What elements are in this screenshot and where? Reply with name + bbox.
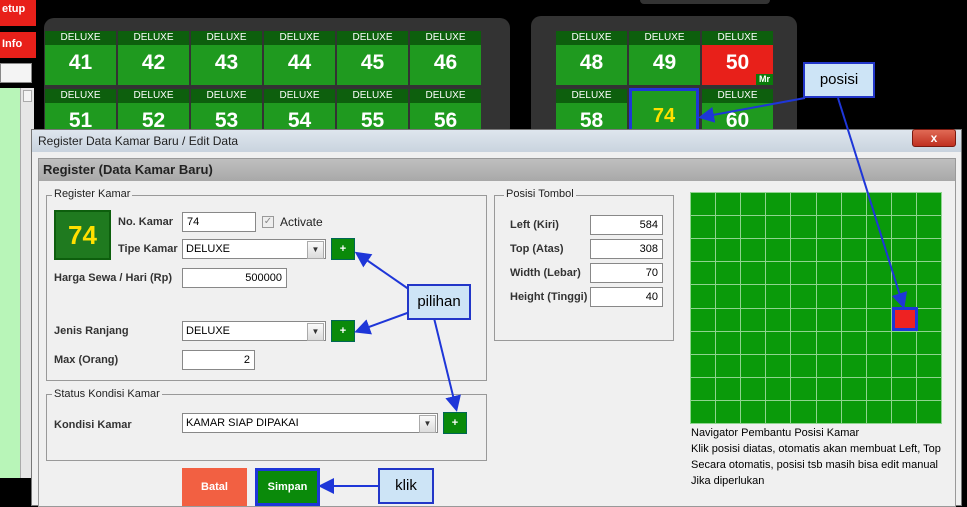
pilihan-callout: pilihan <box>407 284 471 320</box>
klik-callout: klik <box>378 468 434 504</box>
posisi-callout: posisi <box>803 62 875 98</box>
